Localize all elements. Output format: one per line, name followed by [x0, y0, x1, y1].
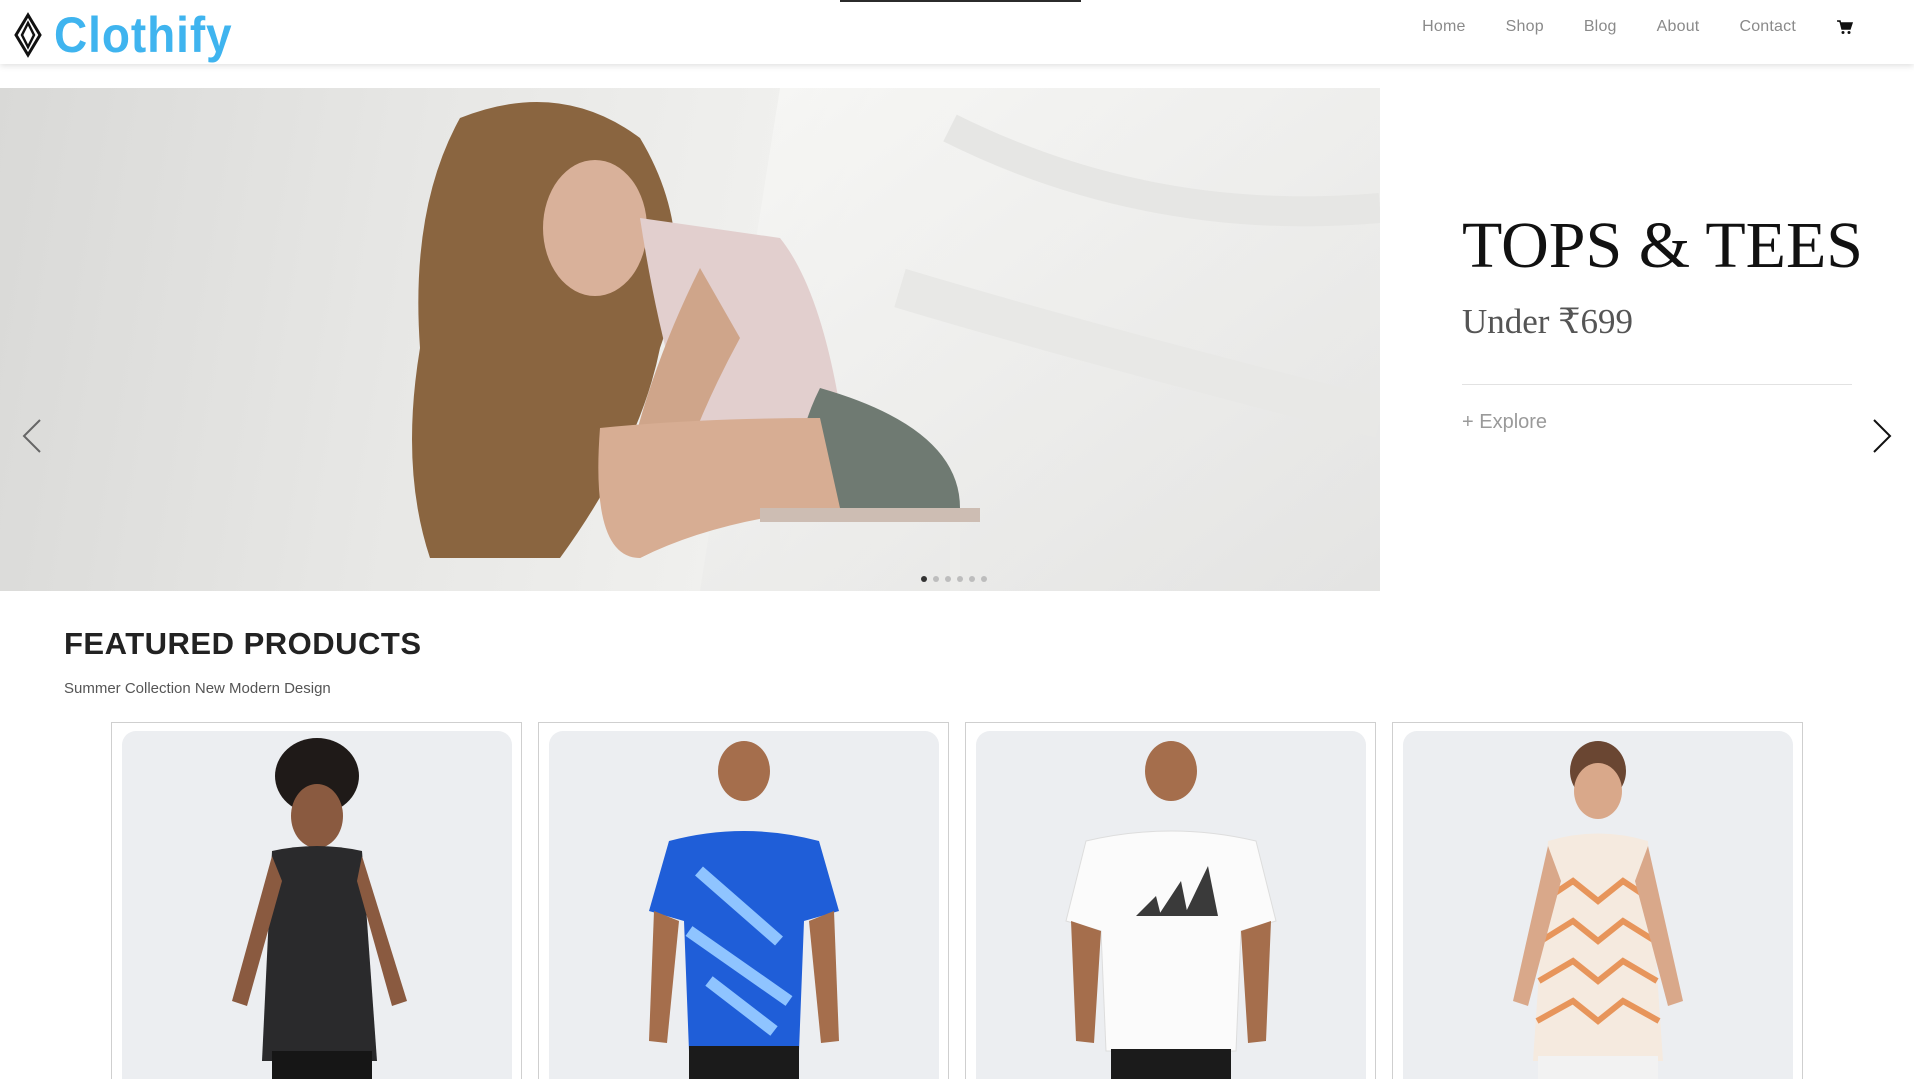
carousel-dot-3[interactable] [945, 576, 951, 582]
header-accent-bar [840, 0, 1081, 2]
brand-logo[interactable]: Clothify [14, 6, 248, 64]
carousel-dots [921, 576, 987, 582]
carousel-dot-1[interactable] [921, 576, 927, 582]
hero-divider [1462, 384, 1852, 385]
product-image-orange-singlet [1403, 731, 1793, 1079]
hero-carousel: TOPS & TEES Under ₹699 + Explore [0, 88, 1914, 591]
hero-image-woman-pink-top [0, 88, 1380, 591]
product-image-blue-tee [549, 731, 939, 1079]
product-card[interactable] [111, 722, 522, 1079]
site-header: Clothify Home Shop Blog About Contact [0, 0, 1914, 64]
main-nav: Home Shop Blog About Contact [1382, 18, 1854, 36]
featured-subtitle: Summer Collection New Modern Design [64, 680, 331, 697]
nav-blog[interactable]: Blog [1584, 18, 1617, 36]
nav-home[interactable]: Home [1422, 18, 1465, 36]
product-card[interactable] [538, 722, 949, 1079]
carousel-dot-5[interactable] [969, 576, 975, 582]
featured-title: FEATURED PRODUCTS [64, 626, 422, 661]
product-image-white-tee [976, 731, 1366, 1079]
chevron-left-icon[interactable] [22, 418, 42, 454]
nav-about[interactable]: About [1657, 18, 1700, 36]
product-grid [111, 722, 1803, 1079]
nav-shop[interactable]: Shop [1506, 18, 1544, 36]
hero-title: TOPS & TEES [1462, 209, 1863, 282]
diamond-logo-icon [14, 12, 42, 58]
carousel-dot-4[interactable] [957, 576, 963, 582]
explore-link[interactable]: + Explore [1462, 411, 1547, 434]
product-card[interactable] [965, 722, 1376, 1079]
brand-name: Clothify [54, 7, 233, 63]
nav-contact[interactable]: Contact [1739, 18, 1796, 36]
product-card[interactable] [1392, 722, 1803, 1079]
carousel-dot-6[interactable] [981, 576, 987, 582]
hero-subtitle: Under ₹699 [1462, 302, 1633, 341]
chevron-right-icon[interactable] [1872, 418, 1892, 454]
hero-caption: TOPS & TEES Under ₹699 + Explore [1462, 208, 1863, 434]
carousel-dot-2[interactable] [933, 576, 939, 582]
product-image-black-tank [122, 731, 512, 1079]
cart-icon[interactable] [1836, 18, 1854, 36]
